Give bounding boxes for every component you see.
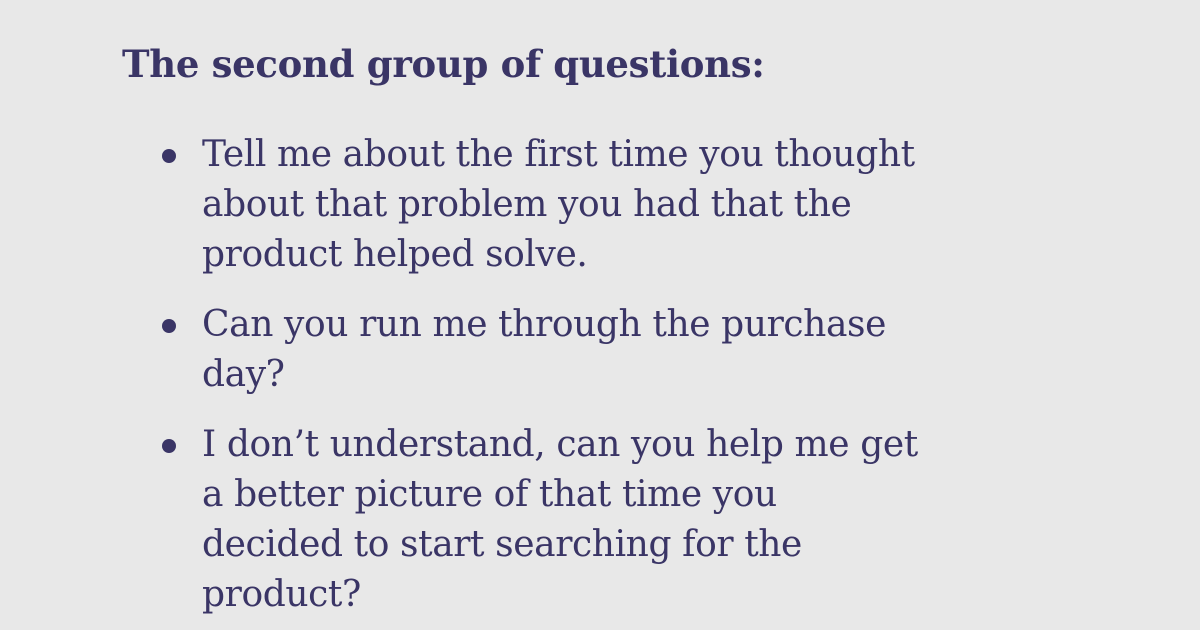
question-line: a better picture of that time you: [202, 474, 777, 515]
bullet-dot-icon: [162, 439, 176, 453]
slide-heading: The second group of questions:: [122, 42, 765, 86]
question-line: Can you run me through the purchase: [202, 304, 887, 345]
question-line: about that problem you had that the: [202, 184, 852, 225]
question-text: Can you run me through the purchase day?: [202, 300, 1002, 400]
question-line: decided to start searching for the: [202, 524, 802, 565]
bullet-dot-icon: [162, 319, 176, 333]
question-text: Tell me about the first time you thought…: [202, 130, 1002, 280]
question-line: product helped solve.: [202, 234, 588, 275]
bullet-dot-icon: [162, 149, 176, 163]
question-line: day?: [202, 354, 285, 395]
question-line: Tell me about the first time you thought: [202, 134, 915, 175]
question-line: product?: [202, 574, 361, 615]
question-text: I don’t understand, can you help me get …: [202, 420, 1002, 620]
question-line: I don’t understand, can you help me get: [202, 424, 918, 465]
